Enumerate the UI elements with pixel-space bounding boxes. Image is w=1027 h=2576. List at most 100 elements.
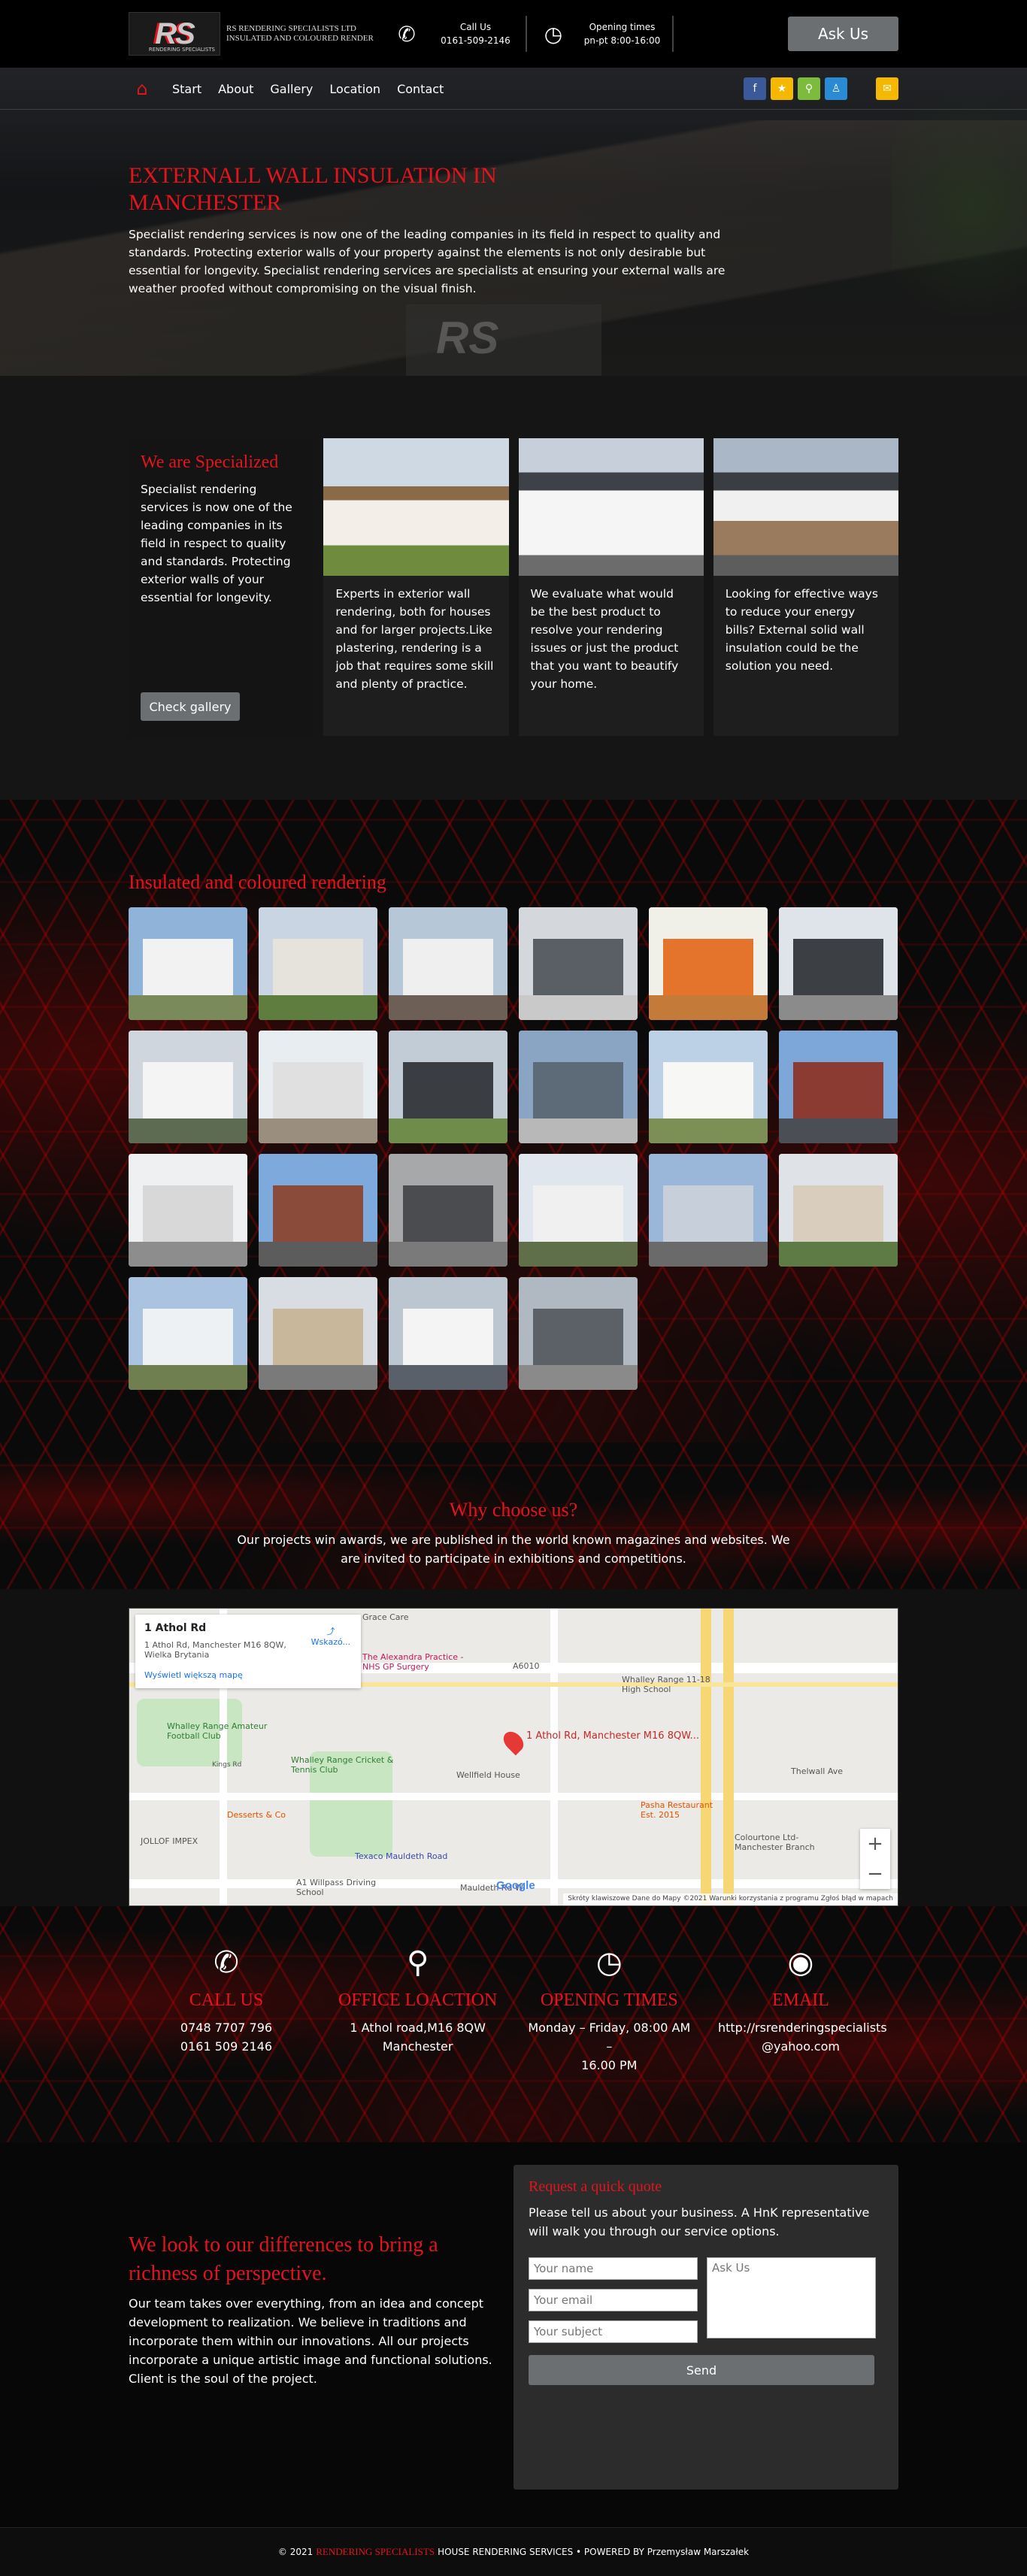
check-gallery-button[interactable]: Check gallery [141, 692, 240, 721]
map-place-address: 1 Athol Rd, Manchester M16 8QW, Wielka B… [144, 1640, 286, 1660]
house-photo [713, 438, 898, 576]
gallery-thumb[interactable] [129, 1277, 247, 1390]
nav-item-about[interactable]: About [218, 82, 253, 96]
thumb-building [792, 939, 884, 995]
thumb-building [662, 1062, 754, 1118]
gallery-thumb[interactable] [649, 1154, 768, 1267]
gallery-thumb[interactable] [779, 1154, 898, 1267]
nav-item-contact[interactable]: Contact [397, 82, 444, 96]
map-label: Whalley Range Cricket & Tennis Club [291, 1755, 394, 1775]
thumb-building [272, 939, 364, 995]
thumb-building [272, 1185, 364, 1242]
nav-item-location[interactable]: Location [329, 82, 380, 96]
gallery-thumb[interactable] [519, 1277, 638, 1390]
message-textarea[interactable] [707, 2257, 876, 2338]
hero-text: Specialist rendering services is now one… [129, 228, 726, 295]
why-title: Why choose us? [449, 1499, 578, 1521]
map-main-road [723, 1609, 734, 1906]
gallery-thumb[interactable] [389, 1154, 507, 1267]
nav-item-start[interactable]: Start [172, 82, 201, 96]
main-nav: ⌂ Start About Gallery Location Contact f… [0, 68, 1027, 110]
gallery-title: Insulated and coloured rendering [129, 871, 386, 893]
home-icon[interactable]: ⌂ [129, 77, 156, 100]
quote-form-title: Request a quick quote [529, 2178, 662, 2195]
star-icon[interactable]: ★ [771, 77, 793, 100]
contact-line: Monday – Friday, 08:00 AM – [528, 2021, 691, 2054]
gallery-thumb[interactable] [389, 907, 507, 1020]
map-label: Colourtone Ltd-Manchester Branch [735, 1833, 815, 1852]
map-label: Grace Care [362, 1612, 409, 1622]
google-logo: Google [496, 1879, 535, 1892]
logo[interactable]: RS RENDERING SPECIALISTS RS RENDERING SP… [129, 12, 380, 56]
send-button[interactable]: Send [529, 2355, 874, 2385]
contact-call: ✆ CALL US 0748 7707 796 0161 509 2146 [144, 1945, 309, 2075]
thumb-building [402, 1309, 494, 1365]
contact-line: 1 Athol road,M16 8QW [350, 2021, 486, 2035]
thumb-building [142, 1062, 234, 1118]
thumb-building [532, 1185, 624, 1242]
gallery-thumb[interactable] [389, 1277, 507, 1390]
clock-icon: ◷ [544, 21, 563, 47]
gallery-thumb[interactable] [519, 907, 638, 1020]
contact-title: EMAIL [771, 1990, 829, 2010]
map-label: JOLLOF IMPEX [141, 1836, 198, 1846]
gallery-thumb[interactable] [519, 1154, 638, 1267]
view-larger-map-link[interactable]: Wyświetl większą mapę [144, 1670, 352, 1680]
zoom-in-button[interactable]: + [860, 1829, 890, 1859]
zoom-out-button[interactable]: − [860, 1859, 890, 1889]
footer-brand[interactable]: RENDERING SPECIALISTS [316, 2546, 435, 2558]
map-label: A1 Willpass Driving School [296, 1878, 377, 1897]
thumb-building [792, 1062, 884, 1118]
facebook-icon[interactable]: f [744, 77, 766, 100]
thumb-building [662, 939, 754, 995]
gallery-thumb[interactable] [259, 1277, 377, 1390]
gallery-thumb[interactable] [649, 1031, 768, 1143]
subject-input[interactable] [529, 2320, 698, 2343]
specialized-card-text: Looking for effective ways to reduce you… [725, 587, 878, 673]
thumb-ground [129, 995, 247, 1020]
ask-us-button[interactable]: Ask Us [788, 17, 898, 51]
email-input[interactable] [529, 2289, 698, 2311]
contact-line[interactable]: @yahoo.com [762, 2039, 840, 2054]
map-footer[interactable]: Skróty klawiszowe Dane do Mapy ©2021 War… [563, 1893, 898, 1906]
footer: © 2021 RENDERING SPECIALISTS HOUSE RENDE… [0, 2527, 1027, 2576]
gallery-thumb[interactable] [129, 1154, 247, 1267]
gallery-thumb[interactable] [259, 1154, 377, 1267]
map-pin-icon[interactable] [499, 1727, 528, 1756]
thumb-ground [129, 1242, 247, 1267]
thumb-building [532, 1309, 624, 1365]
map-marker-icon[interactable]: ⚲ [798, 77, 820, 100]
user-icon[interactable]: ♙ [825, 77, 847, 100]
specialized-card: Experts in exterior wall rendering, both… [323, 438, 509, 736]
gallery-thumb[interactable] [519, 1031, 638, 1143]
gallery-thumb[interactable] [389, 1031, 507, 1143]
name-input[interactable] [529, 2257, 698, 2280]
directions-label: Wskazó... [311, 1637, 350, 1647]
google-map[interactable]: Grace Care The Alexandra Practice - NHS … [129, 1608, 898, 1906]
thumb-building [792, 1185, 884, 1242]
map-label: Thelwall Ave [791, 1766, 844, 1776]
gallery-thumb[interactable] [129, 1031, 247, 1143]
contact-title: OFFICE LOACTION [338, 1990, 498, 2010]
contact-line[interactable]: 0748 7707 796 [180, 2021, 272, 2035]
call-info[interactable]: ✆ Call Us 0161-509-2146 [380, 16, 527, 52]
thumb-ground [519, 1118, 638, 1143]
gallery-thumb[interactable] [779, 907, 898, 1020]
gallery-thumb[interactable] [259, 1031, 377, 1143]
directions-icon: ⤴ [326, 1627, 335, 1636]
contact-line[interactable]: 0161 509 2146 [180, 2039, 272, 2054]
thumb-ground [649, 995, 768, 1020]
map-section: Grace Care The Alexandra Practice - NHS … [0, 1589, 1027, 1906]
gallery-thumb[interactable] [129, 907, 247, 1020]
map-road [550, 1609, 558, 1906]
contact-line[interactable]: http://rsrenderingspecialists [718, 2021, 887, 2035]
thumb-ground [389, 1118, 507, 1143]
gallery-thumb[interactable] [779, 1031, 898, 1143]
chat-icon[interactable]: ✉ [876, 77, 898, 100]
directions-link[interactable]: ⤴ Wskazó... [311, 1625, 350, 1647]
why-section: Why choose us? Our projects win awards, … [0, 1442, 1027, 1589]
logo-tagline: RENDERING SPECIALISTS [148, 47, 215, 53]
gallery-thumb[interactable] [649, 907, 768, 1020]
nav-item-gallery[interactable]: Gallery [270, 82, 313, 96]
gallery-thumb[interactable] [259, 907, 377, 1020]
